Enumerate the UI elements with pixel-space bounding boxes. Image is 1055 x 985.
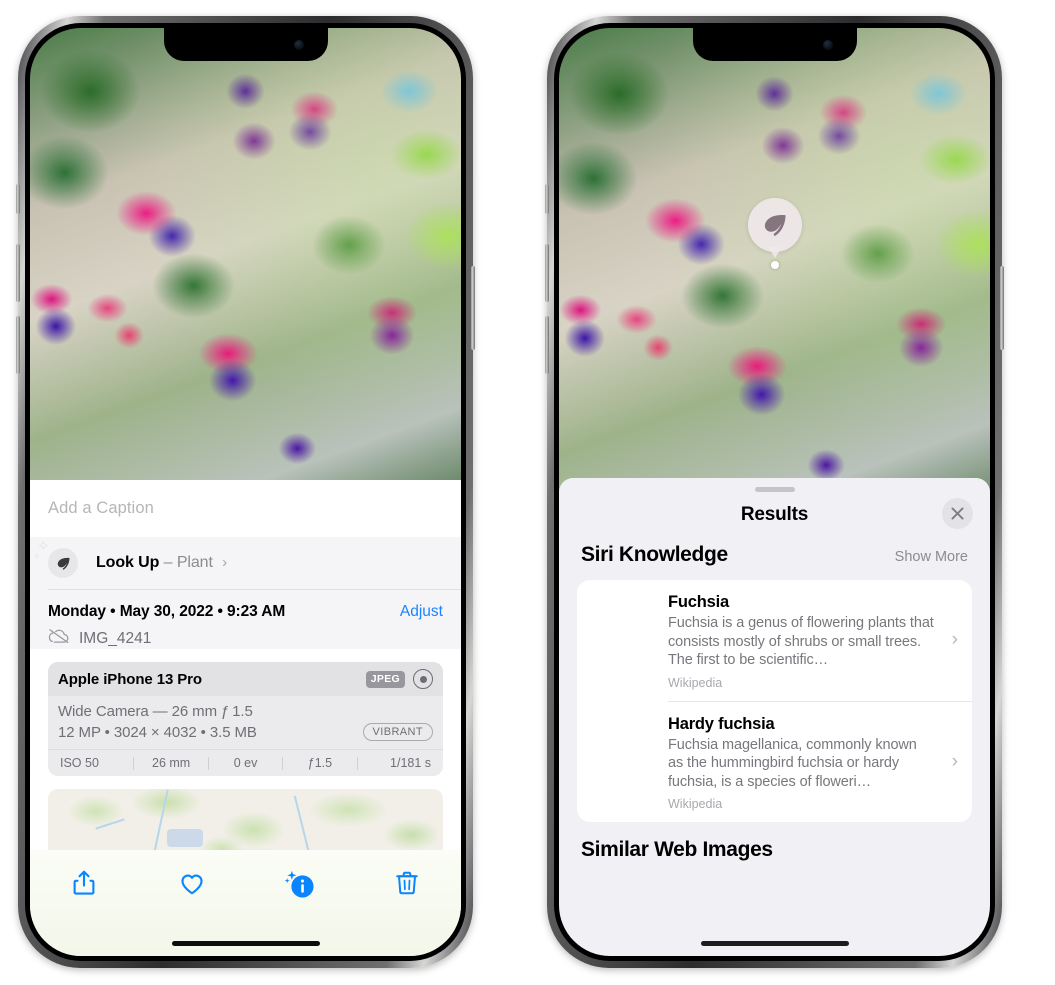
look-up-subject: Plant	[176, 554, 213, 571]
results-sheet: Results Siri Knowledge Show More Fuchsia…	[559, 478, 990, 956]
list-item[interactable]: Fuchsia Fuchsia is a genus of flowering …	[577, 580, 972, 701]
section-title: Similar Web Images	[581, 838, 773, 861]
lens-aperture-icon	[413, 669, 433, 689]
photo-viewer[interactable]	[30, 28, 461, 480]
visual-look-up-badge[interactable]	[747, 198, 802, 269]
results-header: Results	[559, 492, 990, 538]
exif-shutter-speed: 1/181 s	[390, 756, 432, 770]
chevron-right-icon: ›	[222, 554, 228, 571]
share-icon[interactable]	[69, 868, 99, 898]
phone-bezel-right: Results Siri Knowledge Show More Fuchsia…	[554, 23, 995, 961]
thumbnail	[591, 715, 653, 800]
leaf-icon	[747, 198, 802, 252]
screen-right: Results Siri Knowledge Show More Fuchsia…	[559, 28, 990, 956]
look-up-row[interactable]: ✧ ✧ Look Up – Plant ›	[30, 537, 461, 589]
badge-anchor-dot	[770, 261, 779, 269]
heart-icon[interactable]	[177, 868, 207, 898]
exif-row: ISO 50 26 mm 0 ev ƒ1.5 1/181 s	[48, 749, 443, 776]
thumbnail	[591, 593, 653, 655]
phone-left: Add a Caption ✧ ✧ Look Up – Plant › Mond…	[16, 16, 475, 968]
chevron-right-icon: ›	[951, 750, 958, 772]
volume-up-button[interactable]	[16, 244, 20, 302]
sparkle-small-icon: ✧	[33, 551, 41, 561]
exif-focal-length: 26 mm	[152, 756, 191, 770]
exif-aperture: ƒ1.5	[307, 756, 333, 770]
icloud-slash-icon	[48, 628, 70, 649]
photo-date: Monday • May 30, 2022 • 9:23 AM	[48, 603, 286, 620]
result-source: Wikipedia	[668, 675, 723, 690]
list-item[interactable]: Hardy fuchsia Fuchsia magellanica, commo…	[577, 702, 972, 823]
camera-card-header: Apple iPhone 13 Pro JPEG	[48, 662, 443, 696]
result-description: Fuchsia is a genus of flowering plants t…	[668, 615, 934, 668]
result-source: Wikipedia	[668, 797, 723, 811]
chevron-right-icon: ›	[951, 629, 958, 651]
format-badge: JPEG	[365, 670, 405, 688]
caption-placeholder: Add a Caption	[48, 499, 154, 517]
result-title: Fuchsia	[668, 593, 729, 611]
look-up-label: Look Up – Plant ›	[96, 554, 227, 572]
home-indicator[interactable]	[700, 941, 849, 946]
notch	[163, 28, 328, 61]
badge-tail	[767, 247, 782, 258]
silence-switch[interactable]	[545, 184, 549, 214]
screen-left: Add a Caption ✧ ✧ Look Up – Plant › Mond…	[30, 28, 461, 956]
camera-model: Apple iPhone 13 Pro	[58, 670, 202, 688]
section-title: Siri Knowledge	[581, 543, 728, 566]
info-sparkle-icon[interactable]	[284, 868, 314, 898]
image-specs: 12 MP • 3024 × 4032 • 3.5 MB	[58, 723, 257, 741]
front-camera-icon	[822, 40, 833, 50]
page-title: Results	[740, 504, 809, 525]
power-button[interactable]	[1000, 266, 1004, 350]
power-button[interactable]	[471, 266, 475, 350]
look-up-section: ✧ ✧ Look Up – Plant › Monday • May 30, 2…	[30, 537, 461, 649]
show-more-button[interactable]: Show More	[895, 549, 968, 565]
lens-description: Wide Camera — 26 mm ƒ 1.5	[58, 703, 253, 720]
volume-down-button[interactable]	[545, 316, 549, 374]
result-title: Hardy fuchsia	[668, 714, 775, 733]
siri-knowledge-header: Siri Knowledge Show More	[559, 543, 990, 567]
metadata-block: Monday • May 30, 2022 • 9:23 AM Adjust I…	[30, 590, 461, 649]
look-up-dash: –	[163, 554, 173, 571]
front-camera-icon	[293, 40, 304, 50]
exif-exposure-value: 0 ev	[233, 756, 258, 770]
similar-image[interactable]	[886, 873, 986, 956]
leaf-icon: ✧ ✧	[33, 539, 78, 578]
photographic-style-badge: VIBRANT	[362, 723, 433, 741]
camera-info-card[interactable]: Apple iPhone 13 Pro JPEG Wide Camera — 2…	[48, 662, 443, 776]
similar-web-images-header: Similar Web Images	[559, 838, 990, 862]
phone-right: Results Siri Knowledge Show More Fuchsia…	[545, 16, 1004, 968]
photo-filename: IMG_4241	[79, 629, 152, 647]
result-description: Fuchsia magellanica, commonly known as t…	[668, 736, 917, 790]
notch	[692, 28, 857, 61]
phone-bezel-left: Add a Caption ✧ ✧ Look Up – Plant › Mond…	[25, 23, 466, 961]
close-icon[interactable]	[942, 498, 973, 529]
volume-up-button[interactable]	[545, 244, 549, 302]
volume-down-button[interactable]	[16, 316, 20, 374]
silence-switch[interactable]	[16, 184, 20, 214]
similar-image[interactable]	[577, 873, 677, 956]
camera-card-body: Wide Camera — 26 mm ƒ 1.5 12 MP • 3024 ×…	[48, 696, 443, 749]
exif-iso: ISO 50	[60, 756, 99, 770]
look-up-title: Look Up	[96, 554, 160, 571]
caption-field[interactable]: Add a Caption	[30, 480, 461, 537]
adjust-button[interactable]: Adjust	[400, 603, 443, 621]
home-indicator[interactable]	[171, 941, 320, 946]
trash-icon[interactable]	[392, 868, 422, 898]
siri-knowledge-card: Fuchsia Fuchsia is a genus of flowering …	[577, 580, 972, 822]
